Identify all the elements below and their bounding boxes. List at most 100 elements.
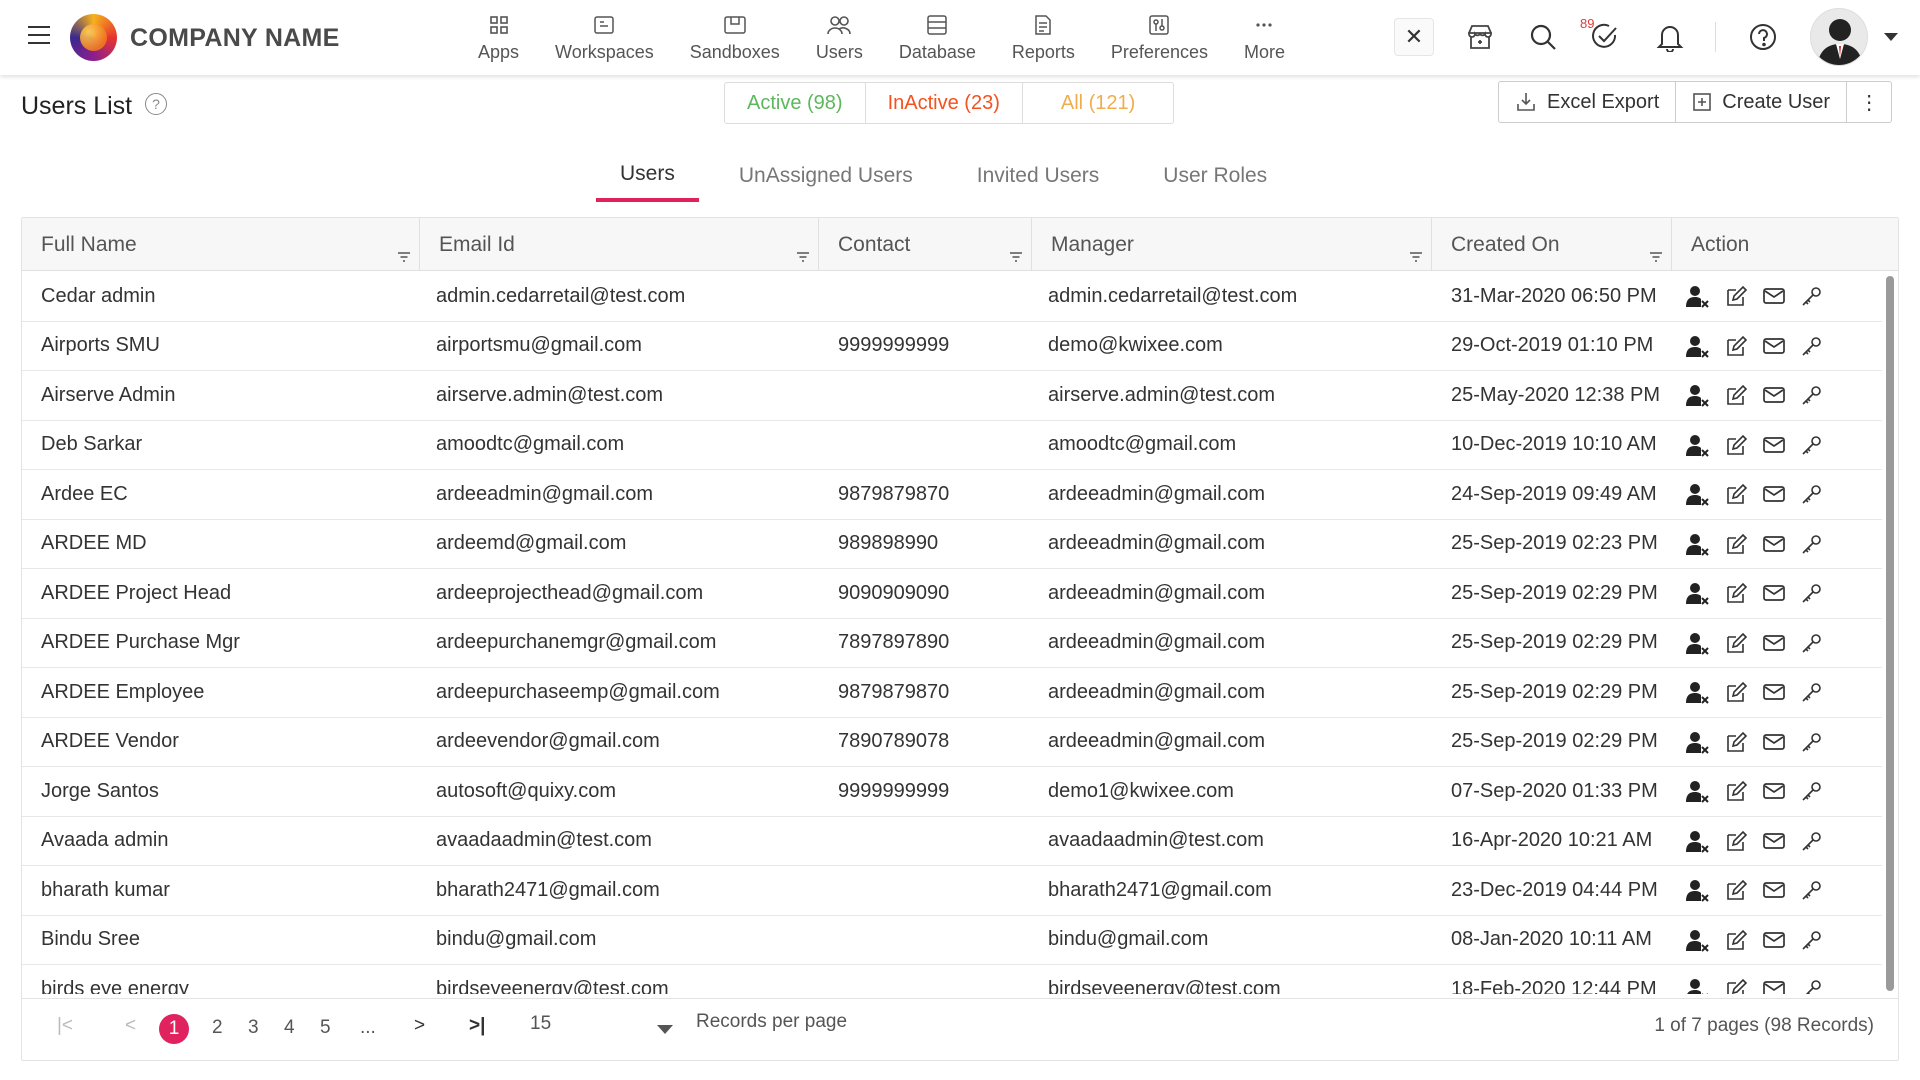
filter-active[interactable]: Active (98) (725, 83, 866, 123)
first-page-button[interactable]: |< (57, 1015, 73, 1037)
table-row[interactable]: Airserve Admin airserve.admin@test.com air… (22, 371, 1882, 421)
hamburger-menu-icon[interactable] (28, 26, 50, 46)
table-row[interactable]: birds eye energy birdseyeenergy@test.com b… (22, 965, 1882, 994)
nav-preferences[interactable]: Preferences (1093, 0, 1226, 75)
nav-workspaces[interactable]: Workspaces (537, 0, 672, 75)
user-deactivate-icon[interactable] (1684, 481, 1710, 507)
table-scrollbar[interactable] (1886, 276, 1894, 991)
edit-icon[interactable] (1724, 284, 1748, 308)
column-header-created-on[interactable]: Created On (1432, 218, 1672, 271)
prev-page-button[interactable]: < (125, 1015, 136, 1037)
table-row[interactable]: ARDEE Employee ardeepurchaseemp@gmail.com… (22, 668, 1882, 718)
table-row[interactable]: bharath kumar bharath2471@gmail.com bharat… (22, 866, 1882, 916)
email-icon[interactable] (1762, 385, 1786, 405)
more-actions-button[interactable]: ⋮ (1847, 82, 1891, 122)
user-deactivate-icon[interactable] (1684, 382, 1710, 408)
key-icon[interactable] (1800, 334, 1824, 358)
email-icon[interactable] (1762, 534, 1786, 554)
user-deactivate-icon[interactable] (1684, 630, 1710, 656)
edit-icon[interactable] (1724, 779, 1748, 803)
email-icon[interactable] (1762, 484, 1786, 504)
nav-reports[interactable]: Reports (994, 0, 1093, 75)
table-row[interactable]: ARDEE Project Head ardeeprojecthead@gmail… (22, 569, 1882, 619)
key-icon[interactable] (1800, 829, 1824, 853)
tab-user-roles[interactable]: User Roles (1139, 150, 1291, 202)
help-icon[interactable] (1746, 20, 1780, 54)
tab-unassigned-users[interactable]: UnAssigned Users (715, 150, 937, 202)
last-page-button[interactable]: >| (469, 1015, 485, 1037)
filter-icon[interactable] (1409, 244, 1423, 268)
key-icon[interactable] (1800, 680, 1824, 704)
user-deactivate-icon[interactable] (1684, 778, 1710, 804)
nav-sandboxes[interactable]: Sandboxes (672, 0, 798, 75)
edit-icon[interactable] (1724, 928, 1748, 952)
user-deactivate-icon[interactable] (1684, 976, 1710, 994)
email-icon[interactable] (1762, 583, 1786, 603)
close-button[interactable]: ✕ (1394, 18, 1434, 56)
filter-all[interactable]: All (121) (1023, 83, 1173, 123)
table-row[interactable]: Ardee EC ardeeadmin@gmail.com 9879879870 ar… (22, 470, 1882, 520)
nav-apps[interactable]: Apps (460, 0, 537, 75)
key-icon[interactable] (1800, 383, 1824, 407)
table-row[interactable]: ARDEE Purchase Mgr ardeepurchanemgr@gmail… (22, 619, 1882, 668)
user-deactivate-icon[interactable] (1684, 580, 1710, 606)
edit-icon[interactable] (1724, 581, 1748, 605)
edit-icon[interactable] (1724, 829, 1748, 853)
user-deactivate-icon[interactable] (1684, 333, 1710, 359)
column-header-full-name[interactable]: Full Name (22, 218, 420, 271)
edit-icon[interactable] (1724, 631, 1748, 655)
filter-icon[interactable] (397, 244, 411, 268)
per-page-value[interactable]: 15 (530, 1013, 551, 1035)
tab-invited-users[interactable]: Invited Users (953, 150, 1124, 202)
key-icon[interactable] (1800, 730, 1824, 754)
email-icon[interactable] (1762, 732, 1786, 752)
email-icon[interactable] (1762, 880, 1786, 900)
page-ellipsis[interactable]: ... (360, 1017, 376, 1039)
filter-icon[interactable] (1009, 244, 1023, 268)
key-icon[interactable] (1800, 631, 1824, 655)
table-row[interactable]: ARDEE MD ardeemd@gmail.com 989898990 ardeea… (22, 520, 1882, 569)
table-row[interactable]: Jorge Santos autosoft@quixy.com 9999999999… (22, 767, 1882, 817)
key-icon[interactable] (1800, 878, 1824, 902)
key-icon[interactable] (1800, 779, 1824, 803)
user-deactivate-icon[interactable] (1684, 877, 1710, 903)
page-button-1[interactable]: 1 (159, 1014, 189, 1044)
filter-inactive[interactable]: InActive (23) (866, 83, 1023, 123)
column-header-action[interactable]: Action (1672, 218, 1882, 271)
filter-icon[interactable] (796, 244, 810, 268)
edit-icon[interactable] (1724, 680, 1748, 704)
notification-bell-icon[interactable] (1653, 20, 1687, 54)
search-icon[interactable] (1526, 20, 1560, 54)
table-row[interactable]: ARDEE Vendor ardeevendor@gmail.com 7890789… (22, 718, 1882, 767)
table-row[interactable]: Bindu Sree bindu@gmail.com bindu@gmail.com… (22, 916, 1882, 965)
email-icon[interactable] (1762, 930, 1786, 950)
user-avatar[interactable] (1810, 8, 1868, 66)
email-icon[interactable] (1762, 435, 1786, 455)
user-deactivate-icon[interactable] (1684, 531, 1710, 557)
key-icon[interactable] (1800, 977, 1824, 994)
email-icon[interactable] (1762, 633, 1786, 653)
store-icon[interactable] (1463, 20, 1497, 54)
key-icon[interactable] (1800, 284, 1824, 308)
tab-users[interactable]: Users (596, 150, 699, 202)
edit-icon[interactable] (1724, 977, 1748, 994)
email-icon[interactable] (1762, 682, 1786, 702)
email-icon[interactable] (1762, 336, 1786, 356)
table-row[interactable]: Cedar admin admin.cedarretail@test.com adm… (22, 272, 1882, 322)
table-row[interactable]: Airports SMU airportsmu@gmail.com 99999999… (22, 322, 1882, 371)
key-icon[interactable] (1800, 482, 1824, 506)
nav-more[interactable]: More (1226, 0, 1303, 75)
email-icon[interactable] (1762, 286, 1786, 306)
table-row[interactable]: Avaada admin avaadaadmin@test.com avaadaad… (22, 817, 1882, 866)
email-icon[interactable] (1762, 979, 1786, 994)
key-icon[interactable] (1800, 928, 1824, 952)
edit-icon[interactable] (1724, 383, 1748, 407)
edit-icon[interactable] (1724, 433, 1748, 457)
user-deactivate-icon[interactable] (1684, 828, 1710, 854)
user-deactivate-icon[interactable] (1684, 432, 1710, 458)
create-user-button[interactable]: Create User (1676, 82, 1848, 122)
avatar-dropdown-caret[interactable] (1884, 33, 1898, 41)
edit-icon[interactable] (1724, 334, 1748, 358)
column-header-email-id[interactable]: Email Id (420, 218, 819, 271)
page-button-2[interactable]: 2 (212, 1017, 223, 1039)
